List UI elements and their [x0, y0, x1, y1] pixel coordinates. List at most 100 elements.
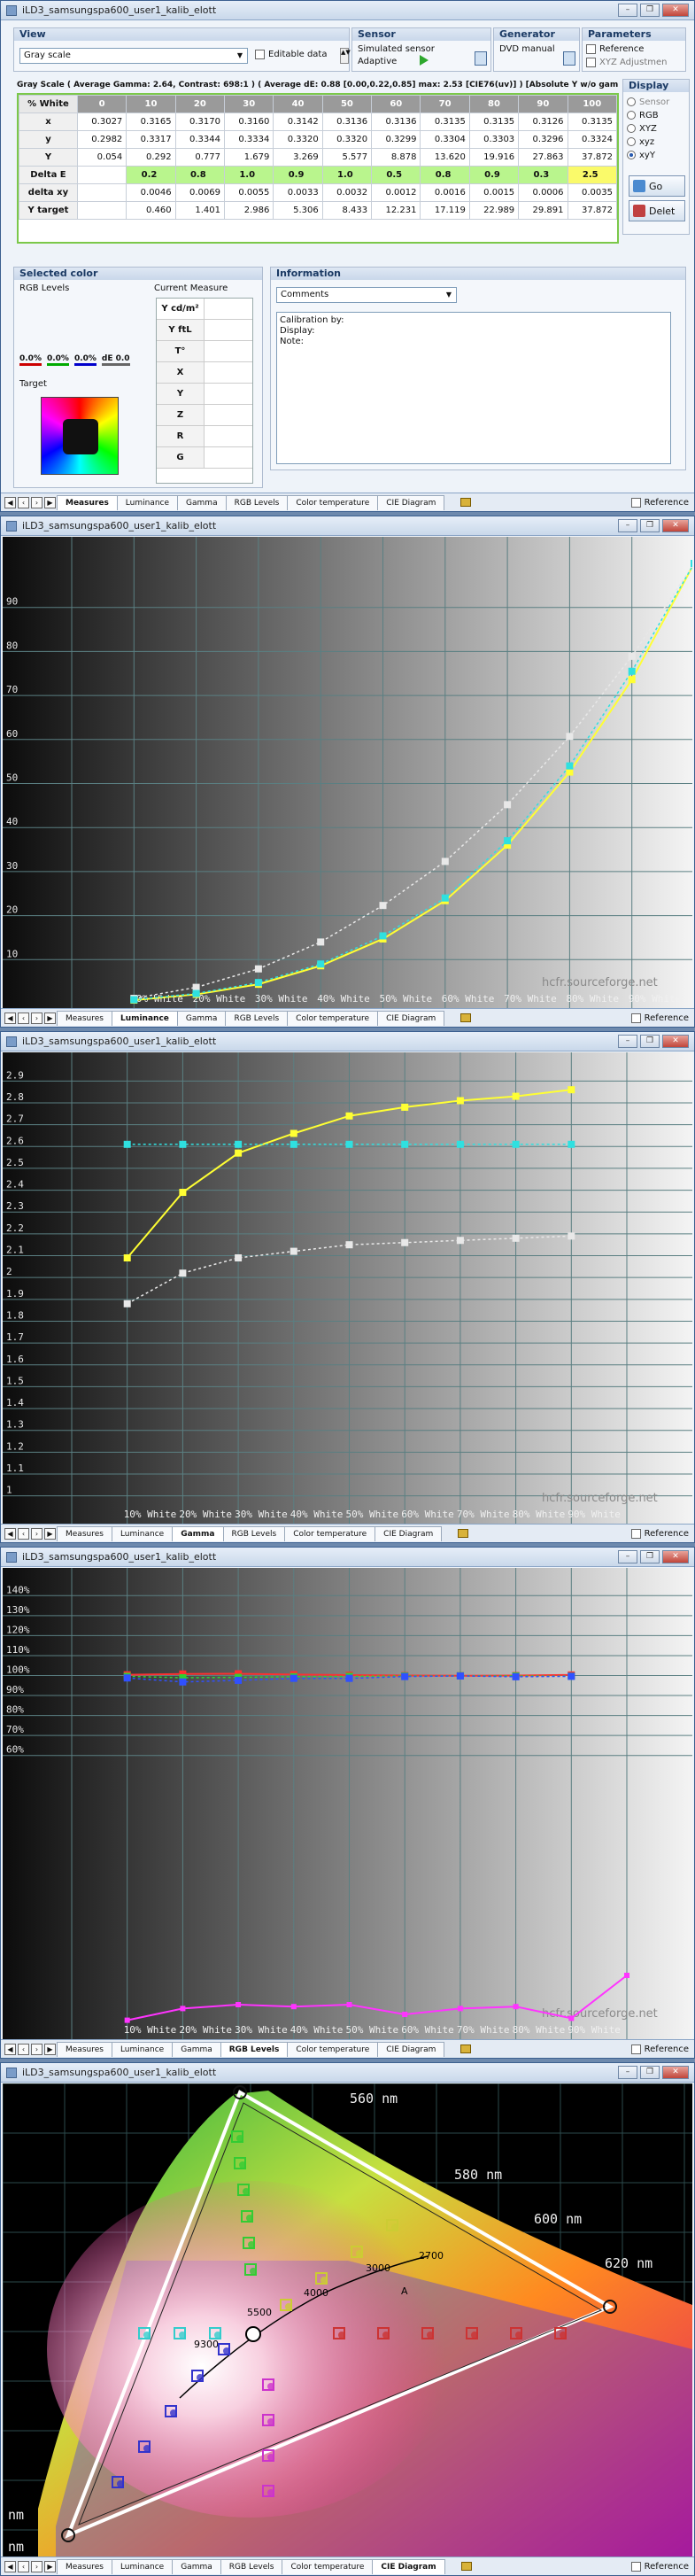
table-cell[interactable]: 0.3317: [126, 130, 176, 149]
data-point[interactable]: [456, 1140, 464, 1148]
data-point[interactable]: [568, 1672, 575, 1680]
information-select[interactable]: Comments ▼: [276, 287, 457, 303]
table-cell[interactable]: 0.3320: [321, 130, 373, 149]
data-point[interactable]: [441, 857, 449, 865]
table-cell[interactable]: 37.872: [567, 201, 617, 220]
display-option-xyz[interactable]: xyz: [627, 136, 685, 149]
measures-titlebar[interactable]: iLD3_samsungspa600_user1_kalib_elott – ❐…: [1, 1, 694, 20]
next-tab-button[interactable]: ›: [31, 496, 42, 508]
saturation-measured-point[interactable]: [382, 2332, 390, 2339]
reference-toggle[interactable]: Reference: [630, 2561, 689, 2572]
reference-checkbox[interactable]: Reference: [586, 44, 644, 54]
table-cell[interactable]: 0.3304: [420, 130, 470, 149]
saturation-measured-point[interactable]: [391, 2223, 398, 2231]
data-point[interactable]: [401, 1672, 409, 1680]
next-tab-button[interactable]: ›: [31, 1527, 42, 1540]
data-point[interactable]: [456, 1672, 464, 1680]
flag-icon[interactable]: [460, 1013, 472, 1022]
display-option-sensor[interactable]: Sensor: [627, 96, 685, 109]
table-cell[interactable]: 0.0012: [371, 183, 421, 202]
tab-luminance[interactable]: Luminance: [111, 2041, 174, 2057]
tab-measures[interactable]: Measures: [57, 2558, 112, 2574]
table-cell[interactable]: 0.3334: [224, 130, 274, 149]
table-cell[interactable]: 13.620: [420, 148, 470, 167]
table-cell[interactable]: 0.3135: [420, 113, 470, 131]
table-cell[interactable]: 29.891: [518, 201, 568, 220]
table-cell[interactable]: 0.3320: [273, 130, 323, 149]
data-point[interactable]: [235, 1140, 243, 1148]
checkbox-box[interactable]: [630, 1528, 641, 1539]
last-tab-button[interactable]: ▶: [44, 496, 56, 508]
column-header[interactable]: 40: [273, 95, 323, 113]
table-cell[interactable]: 0.0035: [567, 183, 617, 202]
information-textarea[interactable]: Calibration by: Display: Note:: [276, 312, 671, 464]
view-select[interactable]: Gray scale ▼: [19, 48, 248, 64]
tab-rgb-levels[interactable]: RGB Levels: [222, 1525, 286, 1541]
close-button[interactable]: ✕: [662, 2066, 689, 2079]
saturation-measured-point[interactable]: [223, 2347, 230, 2355]
table-cell[interactable]: 22.989: [468, 201, 520, 220]
checkbox-box[interactable]: [630, 1013, 641, 1023]
radio-icon[interactable]: [627, 97, 636, 106]
table-cell[interactable]: 0.460: [126, 201, 176, 220]
data-point[interactable]: [379, 902, 387, 910]
data-point[interactable]: [628, 652, 636, 660]
table-cell[interactable]: 1.679: [224, 148, 274, 167]
data-point[interactable]: [566, 768, 574, 776]
saturation-measured-point[interactable]: [267, 2489, 274, 2496]
first-tab-button[interactable]: ◀: [4, 2560, 16, 2572]
tab-measures[interactable]: Measures: [57, 1525, 112, 1541]
column-header[interactable]: 60: [371, 95, 421, 113]
data-point[interactable]: [568, 1086, 575, 1094]
column-header[interactable]: 30: [224, 95, 274, 113]
flag-icon[interactable]: [458, 1529, 469, 1538]
data-point[interactable]: [235, 1676, 243, 1684]
data-point[interactable]: [512, 1672, 520, 1680]
tab-measures[interactable]: Measures: [57, 494, 118, 510]
last-tab-button[interactable]: ▶: [44, 1012, 56, 1024]
data-point[interactable]: [345, 1140, 353, 1148]
table-cell[interactable]: 0.3: [518, 166, 568, 184]
table-cell[interactable]: 0.0033: [273, 183, 323, 202]
data-point[interactable]: [504, 801, 512, 809]
tab-rgb-levels[interactable]: RGB Levels: [220, 2041, 289, 2057]
data-point[interactable]: [566, 762, 574, 770]
table-cell[interactable]: 2.5: [567, 166, 617, 184]
next-tab-button[interactable]: ›: [31, 2560, 42, 2572]
data-point[interactable]: [290, 1247, 297, 1255]
tab-cie-diagram[interactable]: CIE Diagram: [377, 494, 445, 510]
data-point[interactable]: [401, 1140, 409, 1148]
table-cell[interactable]: [76, 201, 127, 220]
data-point[interactable]: [512, 1092, 520, 1100]
reference-toggle[interactable]: Reference: [630, 1013, 689, 1023]
radio-icon[interactable]: [627, 124, 636, 133]
tab-color-temperature[interactable]: Color temperature: [287, 1010, 379, 1026]
reference-toggle[interactable]: Reference: [630, 1528, 689, 1539]
table-cell[interactable]: 0.0055: [224, 183, 274, 202]
table-cell[interactable]: 0.9: [468, 166, 520, 184]
data-point[interactable]: [290, 1674, 297, 1682]
checkbox-box[interactable]: [630, 497, 641, 508]
flag-icon[interactable]: [460, 2045, 472, 2053]
table-cell[interactable]: 27.863: [518, 148, 568, 167]
column-header[interactable]: 80: [468, 95, 520, 113]
tab-rgb-levels[interactable]: RGB Levels: [225, 494, 289, 510]
tab-measures[interactable]: Measures: [57, 1010, 112, 1026]
tab-color-temperature[interactable]: Color temperature: [287, 2041, 379, 2057]
table-cell[interactable]: 0.8: [420, 166, 470, 184]
reference-toggle[interactable]: Reference: [630, 497, 689, 508]
saturation-measured-point[interactable]: [320, 2277, 328, 2284]
saturation-measured-point[interactable]: [356, 2250, 363, 2257]
data-point[interactable]: [254, 979, 262, 987]
column-header[interactable]: 100: [567, 95, 617, 113]
cie-titlebar[interactable]: iLD3_samsungspa600_user1_kalib_elott – ❐…: [1, 2063, 694, 2083]
play-icon[interactable]: [420, 55, 429, 66]
prev-tab-button[interactable]: ‹: [18, 2043, 29, 2055]
table-cell[interactable]: 0.292: [126, 148, 176, 167]
data-point[interactable]: [456, 1097, 464, 1105]
data-point[interactable]: [123, 1300, 131, 1307]
table-cell[interactable]: 0.3135: [468, 113, 520, 131]
table-cell[interactable]: 8.878: [371, 148, 421, 167]
table-cell[interactable]: [76, 183, 127, 202]
last-tab-button[interactable]: ▶: [44, 2560, 56, 2572]
